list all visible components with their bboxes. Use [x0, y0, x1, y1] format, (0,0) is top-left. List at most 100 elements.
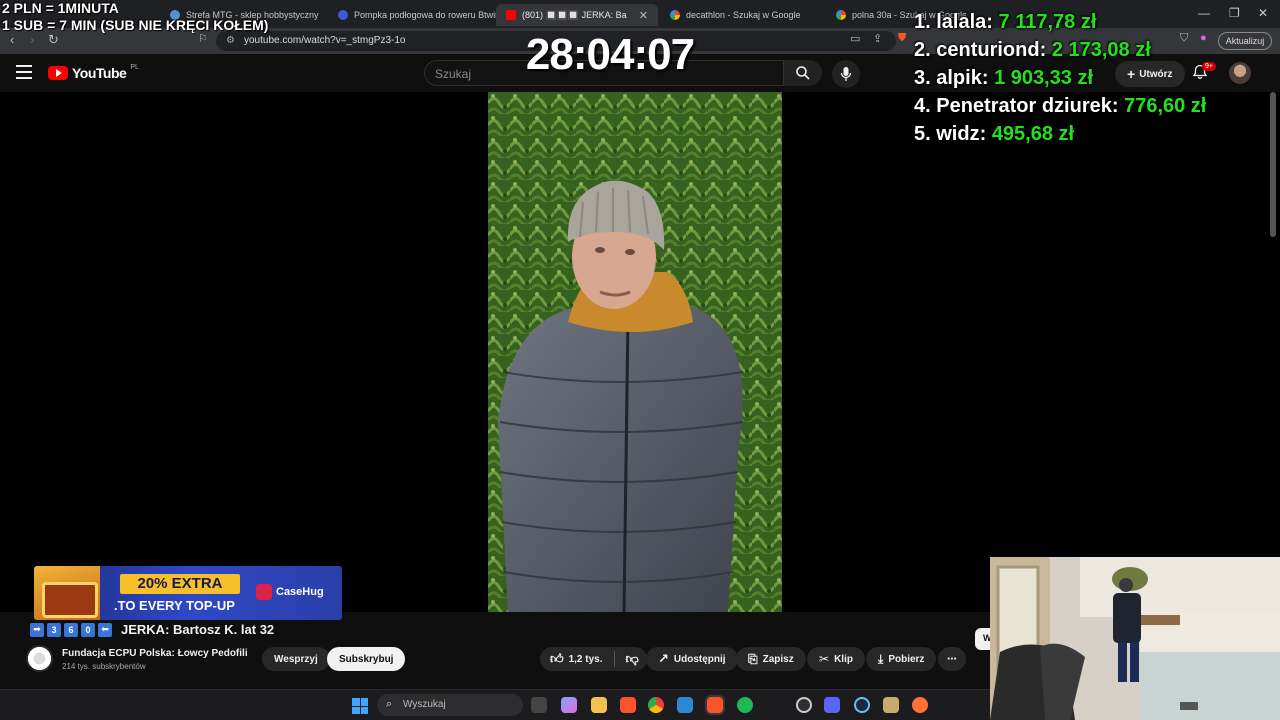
page-scrollbar[interactable] — [1270, 92, 1276, 237]
leaderboard-row: 1. lalala: 7 117,78 zł — [914, 8, 1206, 36]
video-title: JERKA: Bartosz K. lat 32 — [121, 622, 275, 637]
browser-tab-active[interactable]: (801) 🔲🔲🔲 JERKA: Ba ✕ — [496, 4, 658, 26]
casehug-logo-icon — [256, 584, 272, 600]
browser-tab[interactable]: Pompka podłogowa do roweru Btwin — [328, 4, 496, 26]
treasure-chest-icon — [34, 566, 100, 620]
account-avatar[interactable] — [1229, 62, 1251, 84]
download-button[interactable]: ⤓ Pobierz — [866, 647, 937, 671]
like-dislike-group: 👍︎ 1,2 tys. 👎︎ — [540, 647, 647, 671]
channel-avatar[interactable] — [26, 645, 53, 672]
leaderboard-amount: 2 173,08 zł — [1051, 39, 1151, 61]
terminal-app-icon[interactable] — [531, 697, 547, 713]
maximize-icon[interactable]: ❐ — [1229, 6, 1240, 20]
forward-icon[interactable]: › — [30, 32, 34, 47]
steam-app-icon[interactable] — [854, 697, 870, 713]
leaderboard-row: 2. centuriond: 2 173,08 zł — [914, 36, 1206, 64]
reload-icon[interactable]: ↻ — [48, 32, 59, 48]
leaderboard-rank: 4. — [914, 95, 931, 117]
title-emoji-key: ⬅ — [98, 622, 112, 637]
webcam-overlay — [990, 557, 1280, 720]
share-icon[interactable]: ⇪ — [873, 32, 882, 45]
leaderboard-name: lalala: — [936, 11, 993, 33]
taskbar-search-input[interactable]: ⌕ Wyszukaj — [377, 694, 523, 716]
youtube-logo[interactable]: YouTube PL — [48, 64, 139, 81]
search-icon — [796, 66, 810, 80]
google-favicon-icon — [836, 10, 846, 20]
back-icon[interactable]: ‹ — [10, 32, 14, 47]
voice-search-button[interactable] — [832, 60, 860, 88]
ad-brand: CaseHug — [256, 584, 324, 600]
webcam-room-image — [990, 557, 1280, 720]
save-button[interactable]: ⎘ Zapisz — [736, 647, 806, 671]
dislike-button[interactable]: 👎︎ — [626, 651, 639, 667]
site-info-icon[interactable]: ⚙ — [226, 35, 235, 46]
brave-shield-icon[interactable]: ⛊ — [898, 32, 906, 45]
leaderboard-row: 5. widz: 495,68 zł — [914, 120, 1206, 148]
taskbar-search-placeholder: Wyszukaj — [403, 699, 446, 710]
url-text: youtube.com/watch?v=_stmgPz3-1o — [244, 35, 406, 46]
leaderboard-amount: 1 903,33 zł — [994, 67, 1094, 89]
subscriber-count: 214 tys. subskrybentów — [62, 662, 146, 671]
bookmark-outline-icon: ⎘ — [748, 651, 758, 666]
leaderboard-amount: 7 117,78 zł — [998, 11, 1097, 33]
obs-app-icon[interactable] — [796, 697, 812, 713]
like-button[interactable]: 👍︎ 1,2 tys. — [550, 651, 603, 667]
tab-label: (801) 🔲🔲🔲 JERKA: Ba — [522, 9, 627, 20]
share-button[interactable]: ↗ Udostępnij — [646, 647, 738, 671]
menu-icon[interactable] — [16, 65, 32, 79]
sponsor-ad-banner[interactable]: 20% EXTRA .TO EVERY TOP-UP CaseHug — [34, 566, 342, 620]
copilot-app-icon[interactable] — [561, 697, 577, 713]
youtube-logo-text: YouTube — [72, 65, 127, 81]
search-icon: ⌕ — [386, 698, 393, 710]
like-count: 1,2 tys. — [568, 653, 603, 665]
channel-name[interactable]: Fundacja ECPU Polska: Łowcy Pedofili — [62, 648, 248, 659]
update-button[interactable]: Aktualizuj — [1218, 32, 1272, 50]
microphone-icon — [840, 67, 852, 81]
close-window-icon[interactable]: ✕ — [1258, 6, 1268, 20]
store-app-icon[interactable] — [677, 697, 693, 713]
brave-app-icon[interactable] — [620, 697, 636, 713]
search-button[interactable] — [784, 60, 822, 86]
support-button[interactable]: Wesprzyj — [262, 647, 330, 671]
leaderboard-rank: 3. — [914, 67, 931, 89]
google-favicon-icon — [670, 10, 680, 20]
browser-tab[interactable]: decathlon - Szukaj w Google — [660, 4, 826, 26]
explorer-app-icon[interactable] — [591, 697, 607, 713]
discord-app-icon[interactable] — [824, 697, 840, 713]
leaderboard-rank: 1. — [914, 11, 931, 33]
leaderboard-amount: 495,68 zł — [991, 123, 1075, 145]
windows-start-icon[interactable] — [352, 698, 368, 714]
spotify-app-icon[interactable] — [737, 697, 753, 713]
cast-icon[interactable]: ▭ — [850, 32, 860, 45]
video-frame — [488, 92, 782, 612]
youtube-favicon-icon — [506, 10, 516, 20]
scissors-icon: ✂ — [819, 652, 830, 666]
ad-brand-name: CaseHug — [276, 586, 324, 598]
like-divider — [613, 651, 615, 667]
subscribe-button[interactable]: Subskrybuj — [327, 647, 406, 671]
brave-active-app-icon[interactable] — [705, 695, 725, 715]
riot-app-icon[interactable] — [883, 697, 899, 713]
donation-leaderboard: 1. lalala: 7 117,78 zł 2. centuriond: 2 … — [914, 8, 1206, 148]
tab-close-icon[interactable]: ✕ — [639, 9, 648, 22]
subscribe-label: Subskrybuj — [339, 653, 394, 665]
leaderboard-name: widz: — [936, 123, 987, 145]
leaderboard-rank: 2. — [914, 39, 931, 61]
download-label: Pobierz — [888, 653, 925, 665]
chrome-app-icon[interactable] — [648, 697, 664, 713]
tab-favicon-icon — [338, 10, 348, 20]
donation-rules-overlay: 2 PLN = 1MINUTA 1 SUB = 7 MIN (SUB NIE K… — [2, 0, 268, 34]
leaderboard-row: 3. alpik: 1 903,33 zł — [914, 64, 1206, 92]
firefox-app-icon[interactable] — [912, 697, 928, 713]
thumbs-down-icon: 👎︎ — [625, 651, 639, 666]
rule-line: 1 SUB = 7 MIN (SUB NIE KRĘCI KOŁEM) — [2, 17, 269, 33]
leaderboard-name: centuriond: — [936, 39, 1047, 61]
clip-button[interactable]: ✂ Klip — [807, 647, 865, 671]
clip-label: Klip — [834, 653, 853, 665]
title-emoji-key: 3 — [47, 622, 61, 637]
save-label: Zapisz — [762, 653, 794, 665]
more-actions-button[interactable]: ⋯ — [938, 647, 966, 671]
more-dots-icon: ⋯ — [947, 653, 957, 665]
leaderboard-name: Penetrator dziurek: — [936, 95, 1119, 117]
share-arrow-icon: ↗ — [658, 651, 669, 666]
